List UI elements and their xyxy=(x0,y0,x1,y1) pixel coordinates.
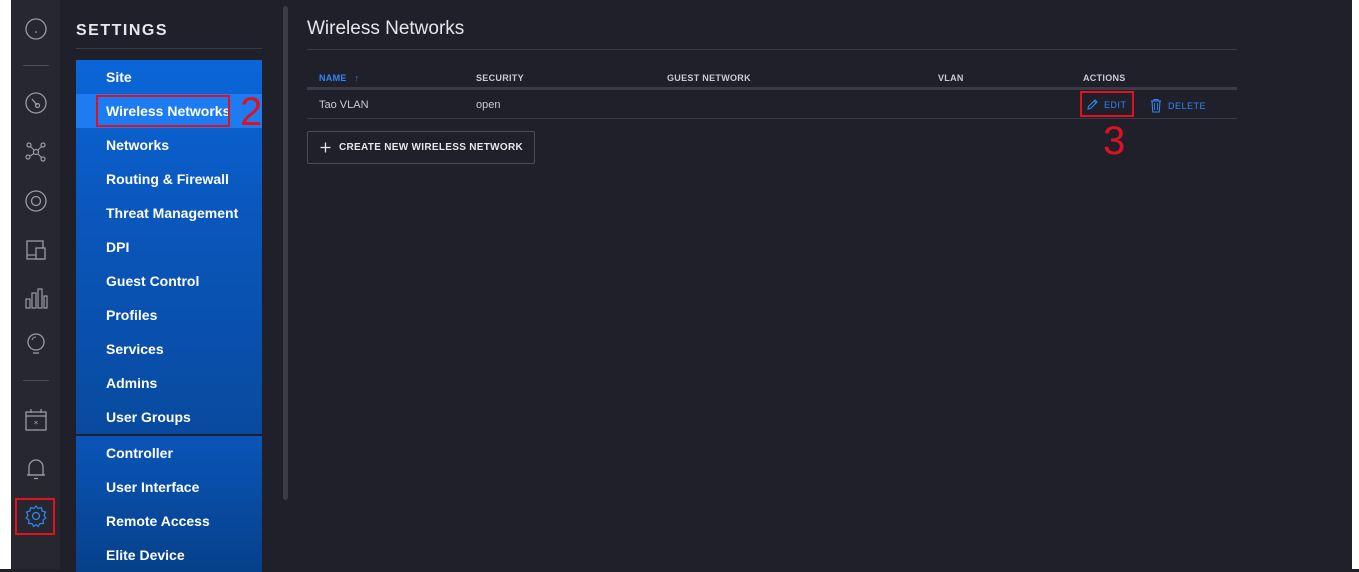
column-header-security[interactable]: SECURITY xyxy=(476,73,524,83)
settings-title: SETTINGS xyxy=(76,22,169,39)
menu-item-admins[interactable]: Admins xyxy=(76,366,262,400)
column-header-actions: ACTIONS xyxy=(1083,73,1126,83)
topology-icon[interactable] xyxy=(22,138,50,166)
wireless-networks-highlight-box xyxy=(96,95,230,127)
table-header: NAME ↑ SECURITY GUEST NETWORK VLAN ACTIO… xyxy=(307,71,1237,90)
page-title: Wireless Networks xyxy=(307,18,465,39)
annotation-2: 2 xyxy=(240,90,263,134)
trash-icon xyxy=(1151,99,1161,113)
rail-separator xyxy=(23,65,49,66)
svg-text:*: * xyxy=(34,420,39,430)
settings-highlight-box xyxy=(15,498,55,535)
edit-highlight-box xyxy=(1080,91,1134,117)
left-edge xyxy=(0,0,11,569)
circle-logo-icon[interactable] xyxy=(22,15,50,43)
sort-ascending-icon: ↑ xyxy=(354,73,360,83)
annotation-3: 3 xyxy=(1103,119,1126,163)
menu-item-remote-access[interactable]: Remote Access xyxy=(76,504,262,538)
column-header-guest-network[interactable]: GUEST NETWORK xyxy=(667,73,751,83)
devices-icon[interactable] xyxy=(22,187,50,215)
menu-item-networks[interactable]: Networks xyxy=(76,128,262,162)
menu-item-guest-control[interactable]: Guest Control xyxy=(76,264,262,298)
menu-item-user-interface[interactable]: User Interface xyxy=(76,470,262,504)
delete-button[interactable]: DELETE xyxy=(1149,98,1206,113)
column-name-label: NAME xyxy=(319,73,347,83)
menu-item-profiles[interactable]: Profiles xyxy=(76,298,262,332)
dashboard-icon[interactable] xyxy=(22,89,50,117)
settings-panel: SETTINGS Site Wireless Networks Networks… xyxy=(60,0,280,572)
clients-icon[interactable] xyxy=(22,236,50,264)
settings-scrollbar[interactable] xyxy=(283,6,288,500)
plus-icon xyxy=(320,142,331,153)
insights-icon[interactable] xyxy=(22,330,50,358)
rail-separator xyxy=(23,380,49,381)
menu-item-routing-firewall[interactable]: Routing & Firewall xyxy=(76,162,262,196)
settings-menu: Site Wireless Networks Networks Routing … xyxy=(76,60,262,572)
create-button-label: CREATE NEW WIRELESS NETWORK xyxy=(339,142,524,153)
events-icon[interactable]: * xyxy=(22,406,50,434)
cell-name: Tao VLAN xyxy=(319,99,369,111)
column-header-name[interactable]: NAME ↑ xyxy=(319,73,359,83)
menu-item-controller[interactable]: Controller xyxy=(76,436,262,470)
create-wireless-network-button[interactable]: CREATE NEW WIRELESS NETWORK xyxy=(307,131,535,164)
menu-group-controller: Controller User Interface Remote Access … xyxy=(76,436,262,572)
menu-item-elite-device[interactable]: Elite Device xyxy=(76,538,262,572)
settings-divider xyxy=(76,48,262,49)
menu-item-threat-management[interactable]: Threat Management xyxy=(76,196,262,230)
menu-item-site[interactable]: Site xyxy=(76,60,262,94)
menu-item-dpi[interactable]: DPI xyxy=(76,230,262,264)
icon-rail: * xyxy=(11,0,60,569)
alerts-icon[interactable] xyxy=(22,455,50,483)
menu-item-user-groups[interactable]: User Groups xyxy=(76,400,262,434)
cell-security: open xyxy=(476,99,501,111)
column-header-vlan[interactable]: VLAN xyxy=(938,73,964,83)
menu-item-services[interactable]: Services xyxy=(76,332,262,366)
right-edge xyxy=(1352,0,1359,569)
statistics-icon[interactable] xyxy=(22,284,50,312)
title-divider xyxy=(307,49,1237,50)
delete-label: DELETE xyxy=(1168,100,1207,111)
